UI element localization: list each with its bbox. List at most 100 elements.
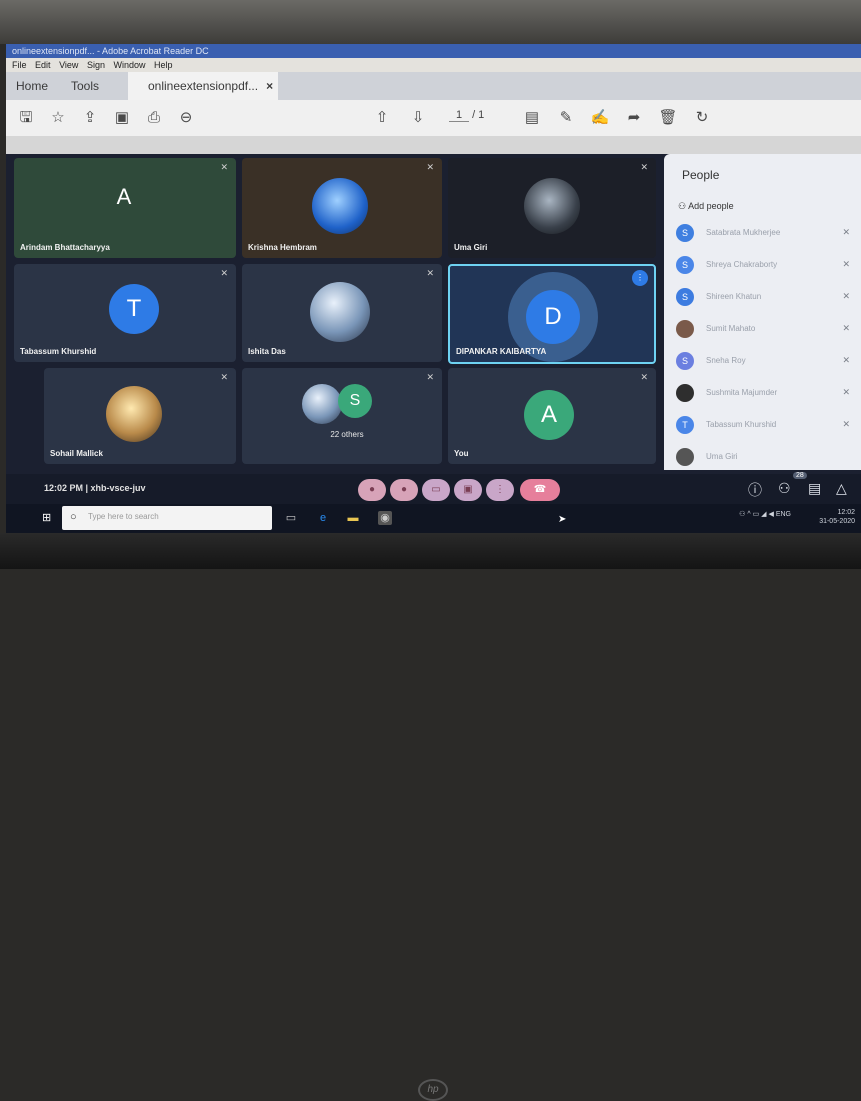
- file-explorer-icon[interactable]: ▬: [346, 511, 360, 525]
- acrobat-toolbar: 🖫 ☆ ⇪ ▣ ⎙ ⊖ ⇧ ⇩ 1 / 1 ▤ ✎ ✍ ➦ 🗑 ↻: [6, 100, 861, 137]
- mic-off-icon: ✕: [220, 372, 228, 382]
- task-view-icon[interactable]: ▭: [284, 511, 298, 525]
- participant-name: DIPANKAR KAIBARTYA: [456, 347, 547, 356]
- camera-toggle-button[interactable]: ●: [390, 479, 418, 501]
- people-list-item[interactable]: S Satabrata Mukherjee ✕: [676, 224, 856, 246]
- participant-name: Krishna Hembram: [248, 243, 317, 252]
- menu-file[interactable]: File: [12, 60, 27, 70]
- mic-off-icon: ✕: [842, 227, 850, 237]
- people-tray-icon[interactable]: ⚇: [739, 511, 745, 518]
- document-area: [6, 136, 861, 154]
- tab-document[interactable]: onlineextensionpdf... ×: [128, 72, 278, 100]
- participant-name: You: [454, 449, 469, 458]
- mic-off-icon: ✕: [842, 259, 850, 269]
- rotate-icon[interactable]: ↻: [692, 108, 712, 128]
- people-panel: People ⚇ Add people S Satabrata Mukherje…: [664, 154, 861, 470]
- page-current-input[interactable]: 1: [449, 109, 469, 122]
- page-number: 1 / 1: [449, 109, 484, 122]
- people-panel-title: People: [682, 168, 720, 182]
- volume-icon[interactable]: ◀: [768, 511, 773, 518]
- menu-help[interactable]: Help: [154, 60, 173, 70]
- participant-name: Ishita Das: [248, 347, 286, 356]
- mouse-cursor-icon: ➤: [558, 514, 567, 525]
- avatar: A: [116, 184, 132, 209]
- add-people-button[interactable]: ⚇ Add people: [678, 201, 734, 212]
- captions-button[interactable]: ▭: [422, 479, 450, 501]
- avatar: S: [676, 352, 694, 370]
- people-icon[interactable]: ⚇: [778, 480, 791, 497]
- activities-icon[interactable]: △: [836, 480, 847, 497]
- zoom-out-icon[interactable]: ⊖: [176, 108, 196, 128]
- upload-icon[interactable]: ⇪: [80, 108, 100, 128]
- avatar: S: [676, 288, 694, 306]
- hp-logo: hp: [418, 1079, 448, 1101]
- monitor-bezel-top: [0, 0, 861, 44]
- chevron-up-icon[interactable]: ^: [747, 511, 750, 518]
- participant-tile[interactable]: ✕ Krishna Hembram: [242, 158, 442, 258]
- page-up-icon[interactable]: ⇧: [372, 108, 392, 128]
- more-options-icon[interactable]: ⋮: [486, 479, 514, 501]
- network-icon[interactable]: ◢: [761, 511, 766, 518]
- mic-off-icon: ✕: [426, 268, 434, 278]
- menu-sign[interactable]: Sign: [87, 60, 105, 70]
- edge-browser-icon[interactable]: e: [316, 511, 330, 525]
- participant-tile[interactable]: ✕ Sohail Mallick: [44, 368, 236, 464]
- participant-tile-others[interactable]: S 22 others ✕: [242, 368, 442, 464]
- avatar: [312, 178, 368, 234]
- windows-start-icon[interactable]: ⊞: [42, 512, 54, 524]
- taskbar-clock[interactable]: 12:02 31-05-2020: [819, 508, 855, 526]
- sign-icon[interactable]: ✍: [590, 108, 610, 128]
- tab-home[interactable]: Home: [16, 72, 48, 100]
- tab-close-icon[interactable]: ×: [266, 79, 273, 93]
- print-icon[interactable]: ⎙: [144, 108, 164, 128]
- page-down-icon[interactable]: ⇩: [408, 108, 428, 128]
- star-icon[interactable]: ☆: [48, 108, 68, 128]
- person-name: Sumit Mahato: [706, 324, 756, 333]
- avatar: [676, 320, 694, 338]
- participant-tile[interactable]: A ✕ Arindam Bhattacharyya: [14, 158, 236, 258]
- chat-icon[interactable]: ▤: [808, 480, 821, 497]
- people-list-item[interactable]: T Tabassum Khurshid ✕: [676, 416, 856, 438]
- save-icon[interactable]: 🖫: [16, 108, 36, 128]
- people-list-item[interactable]: Sushmita Majumder ✕: [676, 384, 856, 406]
- people-list-item[interactable]: S Sneha Roy ✕: [676, 352, 856, 374]
- pen-icon[interactable]: ✎: [556, 108, 576, 128]
- participant-tile[interactable]: ✕ Ishita Das: [242, 264, 442, 362]
- participant-tile-active-speaker[interactable]: D ⋮ DIPANKAR KAIBARTYA: [448, 264, 656, 364]
- avatar: [302, 384, 342, 424]
- menu-view[interactable]: View: [59, 60, 78, 70]
- mic-off-icon: ✕: [842, 291, 850, 301]
- participant-tile[interactable]: T ✕ Tabassum Khurshid: [14, 264, 236, 362]
- participant-tile-self[interactable]: A ✕ You: [448, 368, 656, 464]
- search-placeholder: Type here to search: [88, 512, 159, 521]
- present-button[interactable]: ▣: [454, 479, 482, 501]
- create-pdf-icon[interactable]: ▣: [112, 108, 132, 128]
- send-icon[interactable]: ➦: [624, 108, 644, 128]
- delete-icon[interactable]: 🗑: [658, 108, 678, 128]
- avatar: A: [524, 390, 574, 440]
- menu-edit[interactable]: Edit: [35, 60, 51, 70]
- language-label[interactable]: ENG: [776, 511, 791, 518]
- people-list-item[interactable]: Sumit Mahato ✕: [676, 320, 856, 342]
- people-list-item[interactable]: S Shreya Chakraborty ✕: [676, 256, 856, 278]
- tab-tools[interactable]: Tools: [71, 72, 99, 100]
- people-list-item[interactable]: Uma Giri: [676, 448, 856, 470]
- app-icon[interactable]: ◉: [378, 511, 392, 525]
- taskbar-search-input[interactable]: ○ Type here to search: [62, 506, 272, 530]
- menu-bar: File Edit View Sign Window Help: [6, 58, 861, 72]
- mic-off-icon: ✕: [842, 419, 850, 429]
- others-count: 22 others: [330, 430, 364, 439]
- mic-off-icon: ✕: [842, 323, 850, 333]
- end-call-button[interactable]: ☎: [520, 479, 560, 501]
- mic-off-icon: ✕: [640, 372, 648, 382]
- participant-name: Arindam Bhattacharyya: [20, 243, 110, 252]
- avatar: [676, 384, 694, 402]
- mic-off-icon: ✕: [220, 162, 228, 172]
- comment-icon[interactable]: ▤: [522, 108, 542, 128]
- info-icon[interactable]: ⓘ: [748, 480, 762, 500]
- menu-window[interactable]: Window: [113, 60, 145, 70]
- mic-toggle-button[interactable]: ●: [358, 479, 386, 501]
- participant-tile[interactable]: ✕ Uma Giri: [448, 158, 656, 258]
- avatar: S: [338, 384, 372, 418]
- people-list-item[interactable]: S Shireen Khatun ✕: [676, 288, 856, 310]
